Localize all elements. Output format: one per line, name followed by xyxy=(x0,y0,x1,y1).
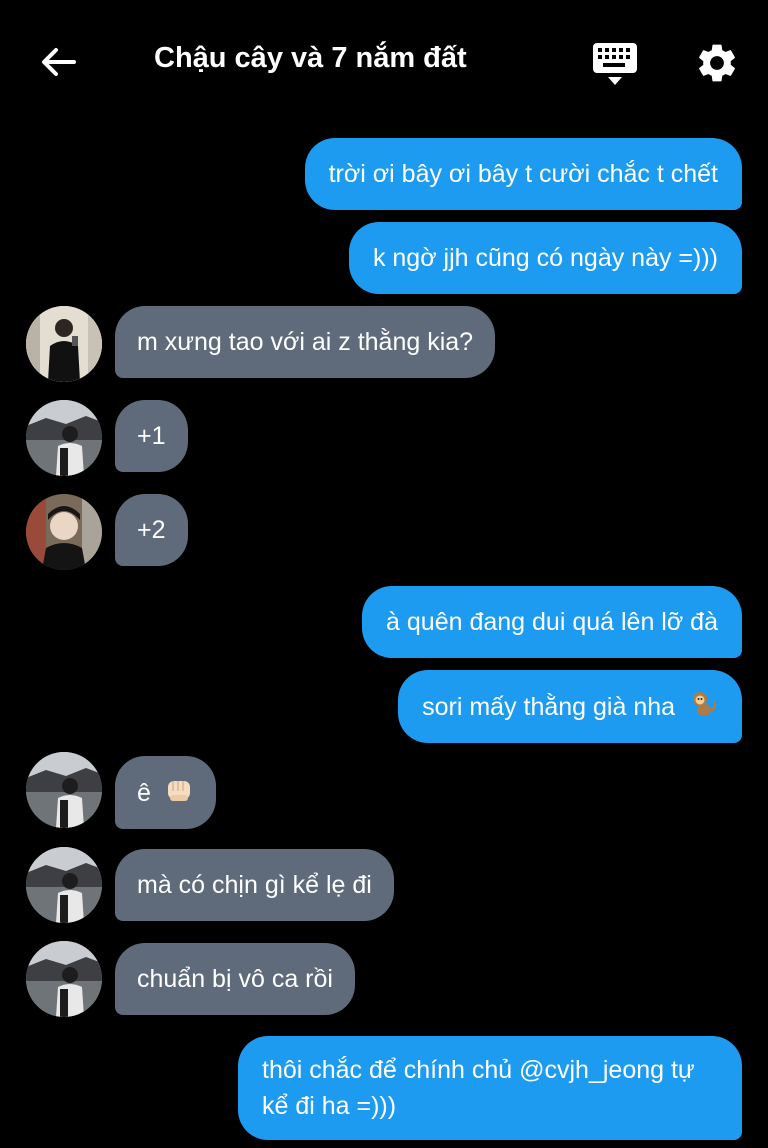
monkey-emoji-icon xyxy=(693,692,716,716)
gear-icon xyxy=(699,44,735,82)
keyboard-icon xyxy=(593,43,637,85)
message-text: ê xyxy=(137,779,151,807)
message-text: +2 xyxy=(137,516,166,544)
avatar-photo xyxy=(26,847,102,923)
sender-avatar[interactable] xyxy=(26,400,102,476)
keyboard-button[interactable] xyxy=(590,40,640,88)
settings-button[interactable] xyxy=(692,38,742,88)
avatar-photo xyxy=(26,941,102,1017)
avatar-photo xyxy=(26,752,102,828)
message-text: trời ơi bây ơi bây t cười chắc t chết xyxy=(328,160,718,188)
message-bubble-incoming[interactable]: mà có chịn gì kể lẹ đi xyxy=(115,849,394,921)
chat-title: Chậu cây và 7 nắm đất xyxy=(154,42,467,74)
back-arrow-icon xyxy=(42,48,76,76)
message-text: thôi chắc để chính chủ @cvjh_jeong tự kể… xyxy=(262,1056,695,1120)
sender-avatar[interactable] xyxy=(26,847,102,923)
message-bubble-outgoing[interactable]: k ngờ jjh cũng có ngày này =))) xyxy=(348,222,742,294)
message-text: +1 xyxy=(137,422,166,450)
message-bubble-outgoing[interactable]: à quên đang dui quá lên lỡ đà xyxy=(362,586,742,658)
message-text: mà có chịn gì kể lẹ đi xyxy=(137,871,372,899)
avatar-photo xyxy=(26,306,102,382)
avatar-photo xyxy=(26,494,102,570)
avatar-photo xyxy=(26,400,102,476)
sender-avatar[interactable] xyxy=(26,941,102,1017)
message-text: k ngờ jjh cũng có ngày này =))) xyxy=(372,244,718,272)
message-bubble-incoming[interactable]: chuẩn bị vô ca rồi xyxy=(115,943,355,1015)
message-text: chuẩn bị vô ca rồi xyxy=(137,965,333,993)
message-text: sori mấy thằng già nha xyxy=(422,693,676,721)
message-bubble-incoming[interactable]: ê xyxy=(115,756,216,829)
message-text: m xưng tao với ai z thằng kia? xyxy=(137,328,474,356)
message-bubble-incoming[interactable]: +2 xyxy=(115,494,188,566)
sender-avatar[interactable] xyxy=(26,494,102,570)
message-bubble-incoming[interactable]: +1 xyxy=(115,400,188,472)
message-bubble-outgoing[interactable]: trời ơi bây ơi bây t cười chắc t chết xyxy=(304,138,742,210)
back-button[interactable] xyxy=(36,40,80,84)
sender-avatar[interactable] xyxy=(26,752,102,828)
message-bubble-outgoing[interactable]: thôi chắc để chính chủ @cvjh_jeong tự kể… xyxy=(238,1036,742,1140)
sender-avatar[interactable] xyxy=(26,306,102,382)
message-bubble-outgoing[interactable]: sori mấy thằng già nha xyxy=(398,670,742,743)
chat-header: Chậu cây và 7 nắm đất xyxy=(0,0,768,120)
fist-bump-emoji-icon xyxy=(167,781,190,801)
message-text: à quên đang dui quá lên lỡ đà xyxy=(386,608,718,636)
message-bubble-incoming[interactable]: m xưng tao với ai z thằng kia? xyxy=(115,306,496,378)
